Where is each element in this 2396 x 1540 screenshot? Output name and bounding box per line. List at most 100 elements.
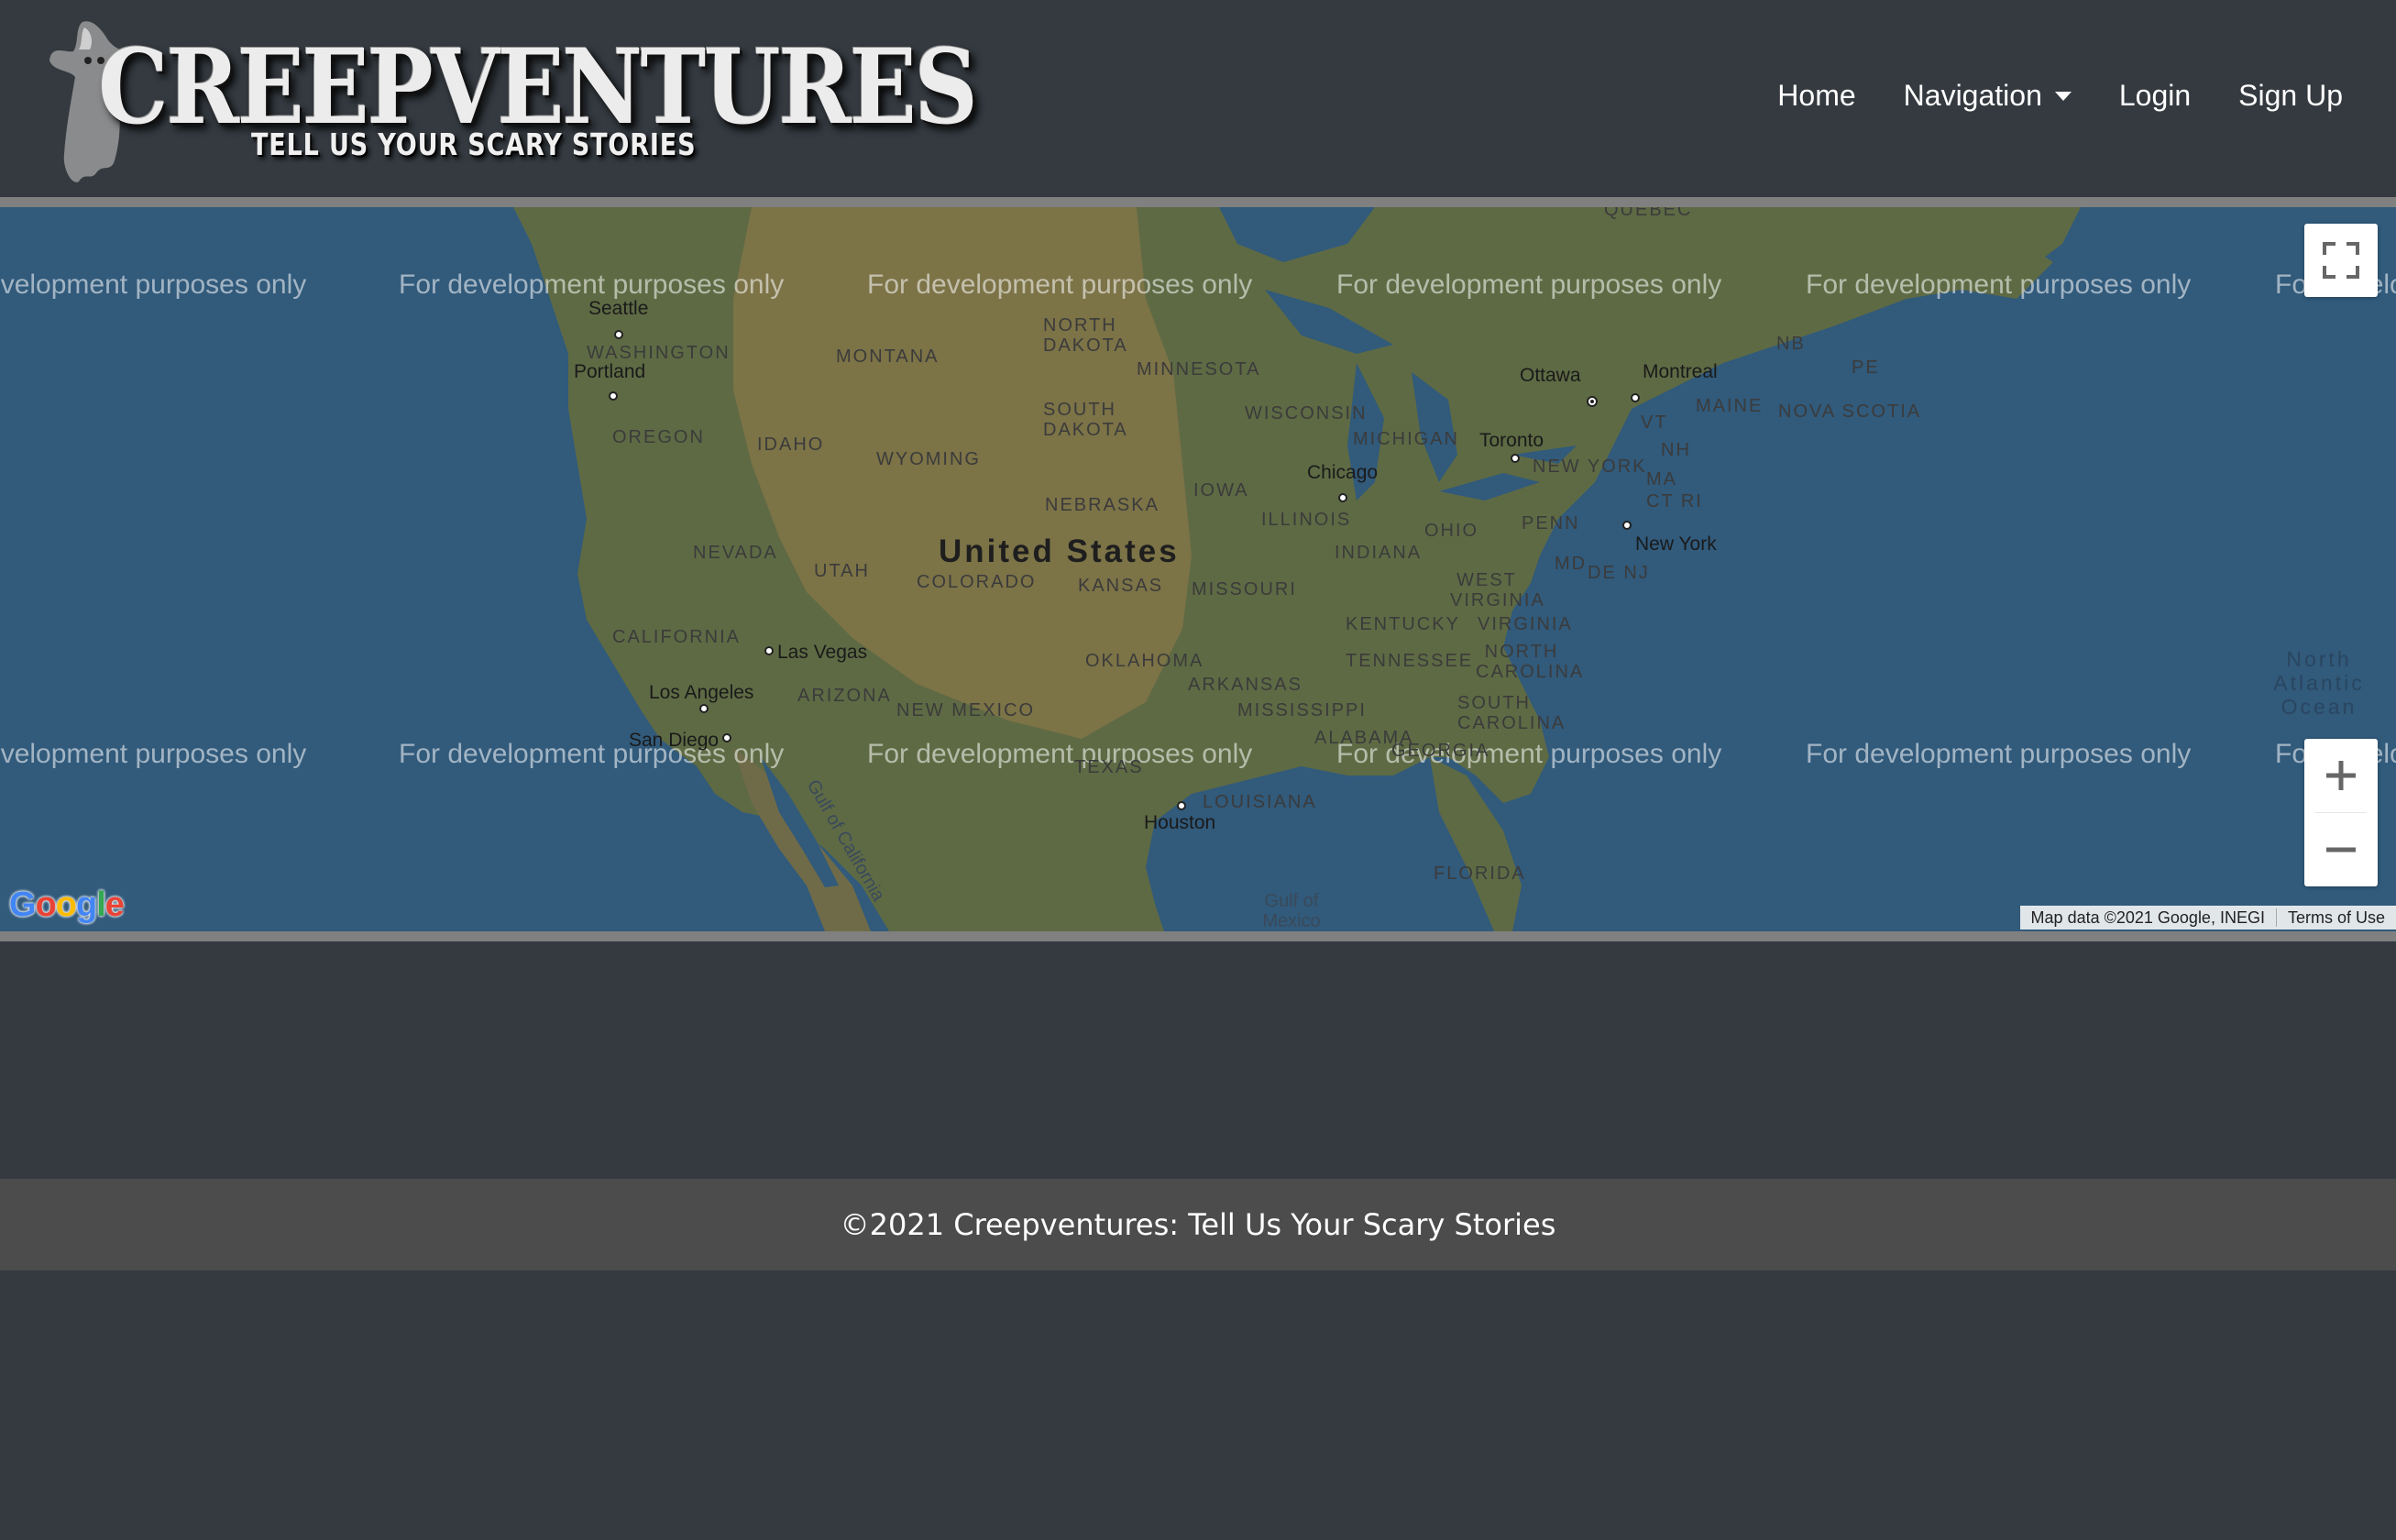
city-name: San Diego bbox=[629, 730, 720, 751]
state-label: NB bbox=[1776, 334, 1806, 354]
state-label: ILLINOIS bbox=[1261, 510, 1352, 530]
state-label: IOWA bbox=[1193, 480, 1249, 500]
city-label: Las Vegas bbox=[777, 642, 867, 664]
city-dot bbox=[614, 330, 623, 339]
city-dot bbox=[722, 733, 731, 742]
fullscreen-button[interactable] bbox=[2304, 224, 2378, 297]
state-label: WEST VIRGINIA bbox=[1450, 570, 1545, 610]
state-label: SOUTH CAROLINA bbox=[1457, 693, 1566, 733]
city-name: New York bbox=[1635, 534, 1717, 555]
state-label: MAINE bbox=[1696, 396, 1764, 416]
state-label: MINNESOTA bbox=[1137, 359, 1261, 380]
city-label: Ottawa bbox=[1520, 365, 1581, 387]
state-label: NEW YORK bbox=[1533, 456, 1647, 477]
terms-of-use-link[interactable]: Terms of Use bbox=[2277, 906, 2396, 930]
state-label: NH bbox=[1661, 440, 1691, 460]
nav-signup-link[interactable]: Sign Up bbox=[2238, 79, 2343, 113]
state-label: VIRGINIA bbox=[1478, 614, 1573, 634]
state-label: VT bbox=[1641, 412, 1668, 433]
state-label: MICHIGAN bbox=[1353, 429, 1459, 449]
city-dot bbox=[1631, 393, 1640, 402]
watermark: For development purposes only bbox=[1806, 739, 2192, 769]
footer: ©2021 Creepventures: Tell Us Your Scary … bbox=[0, 1179, 2396, 1270]
city-name: Houston bbox=[1144, 812, 1216, 833]
city-label: Montreal bbox=[1643, 361, 1718, 383]
city-name: Ottawa bbox=[1520, 365, 1581, 386]
state-label: LOUISIANA bbox=[1203, 792, 1317, 812]
city-label: Seattle bbox=[588, 298, 648, 320]
google-logo[interactable]: Google bbox=[9, 886, 125, 925]
city-label: New York bbox=[1635, 534, 1717, 556]
google-map[interactable]: For development purposes only For develo… bbox=[0, 207, 2396, 931]
city-name: Chicago bbox=[1307, 462, 1379, 483]
nav-navigation-label: Navigation bbox=[1903, 79, 2042, 112]
zoom-control bbox=[2304, 739, 2378, 886]
state-label: COLORADO bbox=[917, 572, 1037, 592]
zoom-out-button[interactable] bbox=[2304, 813, 2378, 886]
city-label: Los Angeles bbox=[649, 682, 753, 704]
state-label: NORTH DAKOTA bbox=[1043, 315, 1128, 356]
state-label: NEVADA bbox=[693, 543, 778, 563]
nav-login-link[interactable]: Login bbox=[2119, 79, 2191, 113]
state-label: MISSOURI bbox=[1192, 579, 1297, 600]
state-label: NEBRASKA bbox=[1045, 495, 1160, 515]
state-label: PE bbox=[1852, 358, 1880, 378]
city-dot bbox=[699, 704, 709, 713]
watermark: For development purposes only bbox=[867, 739, 1253, 769]
nav-navigation-dropdown[interactable]: Navigation bbox=[1904, 79, 2072, 113]
city-name: Los Angeles bbox=[649, 682, 754, 703]
state-label: UTAH bbox=[814, 561, 870, 581]
city-label: Toronto bbox=[1479, 430, 1544, 452]
ocean-label: North Atlantic Ocean bbox=[2273, 647, 2365, 719]
footer-copyright: ©2021 Creepventures: Tell Us Your Scary … bbox=[840, 1207, 1556, 1242]
city-label: Chicago bbox=[1307, 462, 1378, 484]
main-nav: Home Navigation Login Sign Up bbox=[1777, 79, 2343, 113]
map-container: For development purposes only For develo… bbox=[0, 197, 2396, 941]
watermark: For development purposes only bbox=[0, 739, 307, 769]
logo-title: CREEPVENTURES bbox=[98, 28, 978, 148]
state-label: KANSAS bbox=[1078, 576, 1164, 596]
state-label: GEORGIA bbox=[1391, 741, 1490, 761]
watermark: For development purposes only bbox=[1336, 270, 1722, 300]
state-label: PENN bbox=[1522, 513, 1580, 534]
city-dot bbox=[764, 646, 774, 655]
navbar: CREEPVENTURES TELL US YOUR SCARY STORIES… bbox=[0, 0, 2396, 197]
state-label: MONTANA bbox=[836, 346, 940, 367]
state-label: INDIANA bbox=[1335, 543, 1423, 563]
city-label: San Diego bbox=[629, 730, 719, 752]
watermark: For development purposes only bbox=[0, 270, 307, 300]
state-label: MA bbox=[1646, 469, 1677, 490]
gulf-label: Gulf of Mexico bbox=[1262, 891, 1321, 931]
state-label: NOVA SCOTIA bbox=[1778, 402, 1922, 422]
minus-icon bbox=[2326, 847, 2356, 852]
state-label: CALIFORNIA bbox=[612, 627, 742, 647]
city-dot bbox=[1177, 801, 1186, 810]
map-data-credit: Map data ©2021 Google, INEGI bbox=[2030, 908, 2265, 927]
nav-home-link[interactable]: Home bbox=[1777, 79, 1855, 113]
city-name: Montreal bbox=[1643, 361, 1718, 382]
state-label: NORTH CAROLINA bbox=[1476, 642, 1585, 682]
state-label: DE NJ bbox=[1588, 563, 1650, 583]
city-dot bbox=[1338, 493, 1347, 502]
country-label: United States bbox=[939, 534, 1180, 569]
city-dot bbox=[609, 391, 618, 401]
state-label: FLORIDA bbox=[1434, 864, 1526, 884]
city-label: Houston bbox=[1144, 812, 1215, 834]
state-label: ARIZONA bbox=[797, 686, 892, 706]
watermark: For development purposes only bbox=[867, 270, 1253, 300]
state-label: OKLAHOMA bbox=[1085, 651, 1204, 671]
watermark: For development purposes only bbox=[399, 739, 785, 769]
state-label: MD bbox=[1555, 554, 1588, 574]
state-label: OHIO bbox=[1424, 521, 1479, 541]
city-label: Portland bbox=[574, 361, 645, 383]
city-name: Portland bbox=[574, 361, 646, 382]
state-label: CT RI bbox=[1646, 491, 1703, 512]
zoom-in-button[interactable] bbox=[2304, 739, 2378, 812]
city-name: Seattle bbox=[588, 298, 649, 319]
state-label: OREGON bbox=[612, 427, 705, 447]
site-logo[interactable]: CREEPVENTURES TELL US YOUR SCARY STORIES bbox=[48, 16, 978, 191]
state-label: ARKANSAS bbox=[1188, 675, 1302, 695]
state-label: TEXAS bbox=[1074, 757, 1144, 777]
state-label: SOUTH DAKOTA bbox=[1043, 400, 1128, 440]
caret-down-icon bbox=[2054, 91, 2072, 101]
